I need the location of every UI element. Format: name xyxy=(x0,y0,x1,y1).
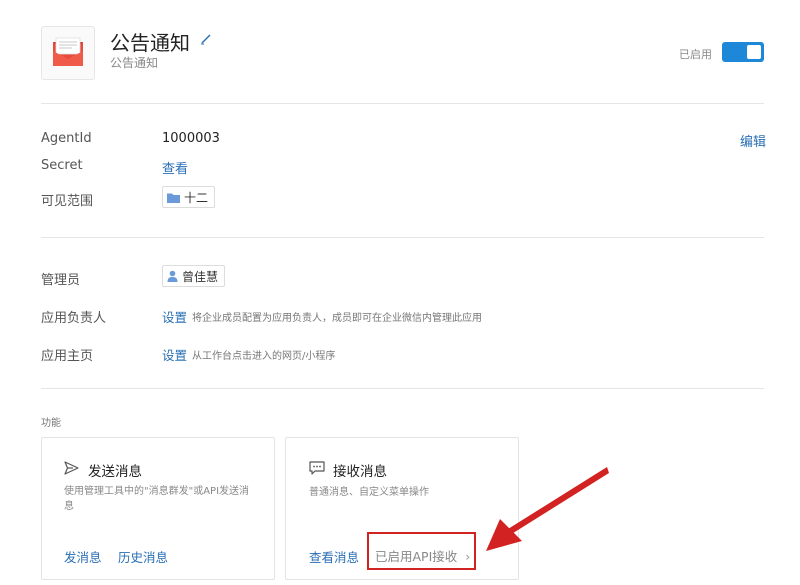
receive-card-desc: 普通消息、自定义菜单操作 xyxy=(309,487,429,498)
history-message-link[interactable]: 历史消息 xyxy=(118,547,168,566)
folder-icon xyxy=(167,193,180,203)
toggle-knob xyxy=(747,45,761,59)
visibility-label: 可见范围 xyxy=(41,194,94,209)
api-receive-status-link[interactable]: 已启用API接收 › xyxy=(375,546,470,565)
send-message-link[interactable]: 发消息 xyxy=(64,547,102,566)
features-label: 功能 xyxy=(41,418,61,429)
owner-hint: 将企业成员配置为应用负责人，成员即可在企业微信内管理此应用 xyxy=(192,313,482,324)
admin-tag[interactable]: 曾佳慧 xyxy=(162,265,226,287)
view-message-link[interactable]: 查看消息 xyxy=(309,547,359,566)
enable-toggle[interactable] xyxy=(722,42,764,62)
secret-label: Secret xyxy=(41,158,83,173)
page-subtitle: 公告通知 xyxy=(110,56,159,70)
owner-set-link[interactable]: 设置 xyxy=(162,307,187,326)
visibility-tag[interactable]: 十二 xyxy=(162,186,216,208)
admin-name: 曾佳慧 xyxy=(182,269,219,284)
edit-pencil-icon[interactable] xyxy=(200,33,212,45)
receive-card-title: 接收消息 xyxy=(333,464,387,480)
secret-view-link[interactable]: 查看 xyxy=(162,158,188,177)
api-receive-status-label: 已启用API接收 xyxy=(375,549,458,564)
chat-icon xyxy=(309,461,325,475)
owner-label: 应用负责人 xyxy=(41,311,107,326)
agentid-label: AgentId xyxy=(41,131,92,146)
divider xyxy=(41,103,764,104)
edit-button[interactable]: 编辑 xyxy=(740,131,766,150)
envelope-icon xyxy=(53,37,83,66)
homepage-hint: 从工作台点击进入的网页/小程序 xyxy=(192,351,336,362)
status-label: 已启用 xyxy=(679,48,712,61)
admin-label: 管理员 xyxy=(41,273,81,288)
agentid-value: 1000003 xyxy=(162,131,220,146)
user-icon xyxy=(167,270,178,282)
homepage-label: 应用主页 xyxy=(41,349,94,364)
send-icon xyxy=(64,461,79,475)
send-card-desc: 使用管理工具中的"消息群发"或API发送消息 xyxy=(64,486,250,512)
send-card-title: 发送消息 xyxy=(88,464,142,480)
page-title: 公告通知 xyxy=(110,31,190,55)
divider xyxy=(41,237,764,238)
homepage-set-link[interactable]: 设置 xyxy=(162,345,187,364)
divider xyxy=(41,388,764,389)
visibility-tag-label: 十二 xyxy=(184,190,209,205)
app-icon xyxy=(41,26,95,80)
annotation-arrow-icon xyxy=(486,467,609,551)
